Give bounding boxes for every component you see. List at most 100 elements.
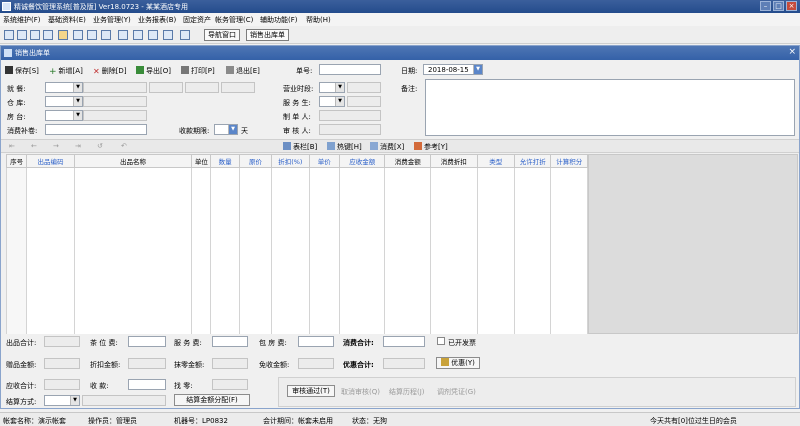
table-row[interactable] [5,167,588,334]
toolbar-settings-icon[interactable] [101,30,111,40]
col-allow-discount[interactable]: 允许打折 [513,154,552,168]
export-button[interactable]: 导出[O] [136,66,171,76]
dining-extra-1 [149,82,183,93]
maximize-icon[interactable]: □ [773,1,784,11]
grid-toolbar: ⇤ ← → ⇥ ↺ ↶ 表栏[B] 热键[H] 消费[X] 参考[Y] [1,139,799,153]
add-button[interactable]: + 新增[A] [49,66,83,77]
warehouse-combo[interactable]: ▼ [45,96,83,107]
menu-fixed-assets[interactable]: 固定资产 [183,15,211,25]
menu-business[interactable]: 业务管理(Y) [93,15,131,25]
export-icon [136,66,144,74]
table-header-row: 序号 出品编码 出品名称 单位 数量 原价 折扣(%) 单价 应收金额 消费金额… [5,154,588,168]
col-seq[interactable]: 序号 [5,154,28,168]
chevron-down-icon[interactable]: ▼ [73,83,82,92]
close-icon[interactable]: × [786,1,797,11]
col-orig-price[interactable]: 原价 [238,154,273,168]
waiter-combo[interactable]: ▼ [319,96,345,107]
status-state: 状态：无狗 [352,417,387,425]
service-fee-label: 服 务 费: [174,339,202,347]
col-receivable[interactable]: 应收金额 [338,154,386,168]
toolbar-folder-icon[interactable] [58,30,68,40]
menu-help[interactable]: 帮助(H) [306,15,331,25]
col-item-code[interactable]: 出品编码 [26,154,75,168]
toolbar-user-icon[interactable] [73,30,83,40]
date-value: 2018-08-15 [428,66,469,74]
chevron-down-icon[interactable]: ▼ [228,125,237,134]
toolbar-print-icon[interactable] [148,30,158,40]
col-qty[interactable]: 数量 [210,154,240,168]
audit-pass-button[interactable]: 审核通过(T) [287,385,335,397]
hotkey-button[interactable]: 热键[H] [327,142,362,152]
close-icon[interactable]: × [788,48,796,57]
nav-prev-icon[interactable]: ← [31,142,37,150]
table-bar-button[interactable]: 表栏[B] [283,142,317,152]
col-consume-amount[interactable]: 消费金额 [384,154,432,168]
toolbar-copy-icon[interactable] [43,30,53,40]
consume-button[interactable]: 消费[X] [370,142,404,152]
invoice-checkbox[interactable] [437,337,445,345]
tea-fee-input[interactable] [128,336,166,347]
toolbar-calc-icon[interactable] [133,30,143,40]
preferential-button[interactable]: 优惠(Y) [436,357,480,369]
col-type[interactable]: 类型 [476,154,516,168]
delete-button[interactable]: ✕ 删除[D] [93,66,127,76]
col-discount[interactable]: 折扣(%) [271,154,310,168]
menu-basic-data[interactable]: 基础资料(E) [48,15,86,25]
chevron-down-icon[interactable]: ▼ [335,83,344,92]
chevron-down-icon[interactable]: ▼ [473,65,482,74]
toolbar-doc-icon[interactable] [30,30,40,40]
sales-out-tab-button[interactable]: 销售出库单 [246,29,289,41]
toolbar-exit-icon[interactable] [180,30,190,40]
toolbar-users-icon[interactable] [87,30,97,40]
nav-first-icon[interactable]: ⇤ [9,142,15,150]
menu-system[interactable]: 系统维护(F) [3,15,41,25]
settle-history-button[interactable]: 结算历程(J) [389,387,425,397]
service-fee-input[interactable] [212,336,248,347]
doc-no-label: 单号: [296,67,313,75]
nav-undo-icon[interactable]: ↶ [121,142,127,150]
dining-combo[interactable]: ▼ [45,82,83,93]
settle-alloc-button[interactable]: 结算金额分配(F) [174,394,250,406]
auditor-label: 审 核 人: [283,127,311,135]
adjust-voucher-button[interactable]: 调剂凭证(G) [437,387,476,397]
menu-aux[interactable]: 辅助功能(F) [260,15,298,25]
toolbar-help-icon[interactable] [163,30,173,40]
chevron-down-icon[interactable]: ▼ [335,97,344,106]
room-fee-input[interactable] [298,336,334,347]
col-consume-discount[interactable]: 消费折扣 [430,154,478,168]
cancel-audit-button[interactable]: 取消审核(Q) [341,387,380,397]
reference-button[interactable]: 参考[Y] [414,142,448,152]
col-unit[interactable]: 单位 [191,154,212,168]
consume-input[interactable] [45,124,147,135]
nav-refresh-icon[interactable]: ↺ [97,142,103,150]
nav-last-icon[interactable]: ⇥ [75,142,81,150]
date-picker[interactable]: 2018-08-15 ▼ [423,64,483,75]
settle-mode-combo[interactable]: ▼ [44,395,80,406]
toolbar-window-icon[interactable] [4,30,14,40]
items-table[interactable]: 序号 出品编码 出品名称 单位 数量 原价 折扣(%) 单价 应收金额 消费金额… [5,154,588,334]
toolbar-list-icon[interactable] [17,30,27,40]
col-item-name[interactable]: 出品名称 [73,154,193,168]
minimize-icon[interactable]: – [760,1,771,11]
room-combo[interactable]: ▼ [45,110,83,121]
chevron-down-icon[interactable]: ▼ [70,396,79,405]
remark-textarea[interactable] [425,79,795,136]
nav-next-icon[interactable]: → [53,142,59,150]
collect-days-input[interactable]: ▼ [214,124,238,135]
received-input[interactable] [128,379,166,390]
nav-window-button[interactable]: 导航窗口 [204,29,240,41]
menu-accounts[interactable]: 帐务管理(C) [215,15,253,25]
chevron-down-icon[interactable]: ▼ [73,97,82,106]
save-button[interactable]: 保存[S] [5,66,39,76]
col-points[interactable]: 计算积分 [550,154,588,168]
toolbar-card-icon[interactable] [118,30,128,40]
doc-no-input[interactable] [319,64,381,75]
print-button[interactable]: 打印[P] [181,66,215,76]
settle-mode-name [82,395,166,406]
col-price[interactable]: 单价 [308,154,340,168]
exit-button[interactable]: 退出[E] [226,66,260,76]
menu-reports[interactable]: 业务报表(B) [138,15,176,25]
chevron-down-icon[interactable]: ▼ [73,111,82,120]
period-combo[interactable]: ▼ [319,82,345,93]
status-bar: 帐套名称：演示帐套 操作员：管理员 机器号：LP0832 会计期间：帐套未启用 … [0,412,800,426]
